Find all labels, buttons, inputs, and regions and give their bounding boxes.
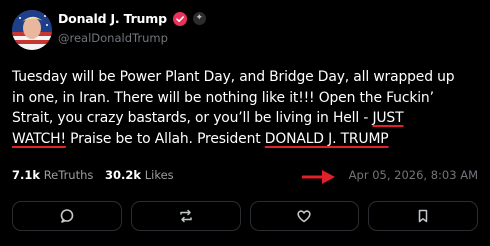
author-display-name[interactable]: Donald J. Trump (58, 11, 167, 26)
post-text-line: in one, in Iran. There will be nothing l… (12, 88, 482, 109)
engagement-stats: 7.1k ReTruths 30.2k Likes (12, 168, 182, 182)
post-text-line: Tuesday will be Power Plant Day, and Bri… (12, 67, 482, 88)
post-text: Tuesday will be Power Plant Day, and Bri… (12, 67, 482, 149)
likes-count[interactable]: 30.2k (105, 168, 141, 182)
post-text-line: WATCH! Praise be to Allah. President DON… (12, 129, 482, 150)
verified-badge-icon (172, 11, 187, 26)
author-handle[interactable]: @realDonaldTrump (58, 31, 168, 45)
reply-button[interactable] (12, 201, 122, 231)
action-bar (12, 201, 478, 231)
heart-icon (297, 210, 311, 223)
red-arrow-annotation-icon (302, 170, 335, 184)
avatar[interactable] (12, 10, 52, 50)
avatar-portrait-icon (12, 10, 52, 50)
underlined-text: DONALD J. TRUMP (264, 130, 389, 147)
underlined-text: WATCH! (12, 130, 66, 147)
like-button[interactable] (249, 201, 360, 231)
post-text-segment: Tuesday will be Power Plant Day, and Bri… (12, 69, 455, 85)
repost-icon (179, 209, 192, 223)
post-card: Donald J. Trump ✦ @realDonaldTrump Tuesd… (0, 0, 490, 246)
post-text-line: Strait, you crazy bastards, or you’ll be… (12, 108, 482, 129)
plus-dot-icon[interactable]: ✦ (192, 12, 206, 25)
bookmark-icon (418, 209, 428, 223)
retruths-label[interactable]: ReTruths (44, 168, 94, 182)
author-name-row: Donald J. Trump ✦ (58, 11, 206, 26)
underlined-text: JUST (372, 110, 404, 126)
retruths-count[interactable]: 7.1k (12, 168, 40, 182)
post-text-segment: Strait, you crazy bastards, or you’ll be… (12, 110, 373, 126)
post-text-segment: Praise be to Allah. President (65, 130, 265, 147)
post-timestamp[interactable]: Apr 05, 2026, 8:03 AM (349, 168, 478, 182)
speech-bubble-icon (60, 209, 74, 223)
bookmark-button[interactable] (368, 201, 478, 231)
post-text-segment: in one, in Iran. There will be nothing l… (12, 89, 434, 106)
retruth-button[interactable] (130, 201, 241, 231)
likes-label[interactable]: Likes (145, 168, 174, 182)
